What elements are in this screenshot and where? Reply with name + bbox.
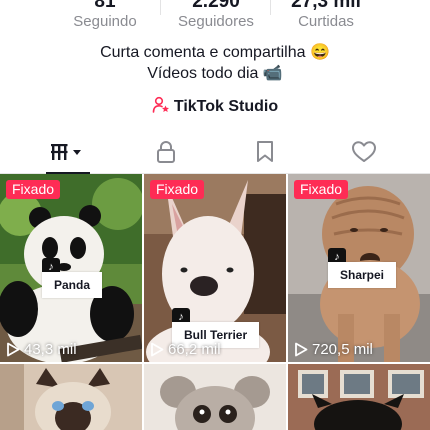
video-thumbnail-bush-baby[interactable] — [144, 364, 286, 430]
likes-label: Curtidas — [298, 13, 354, 30]
profile-tabs — [0, 131, 430, 174]
view-count: 66,2 mil — [150, 341, 221, 358]
bio-line-1: Curta comenta e compartilha 😄 — [100, 44, 330, 61]
pinned-badge: Fixado — [294, 180, 349, 199]
tab-liked[interactable] — [328, 131, 400, 173]
grid-icon — [51, 144, 81, 160]
tab-saved[interactable] — [229, 131, 301, 173]
bio-line-2: Vídeos todo dia 📹 — [147, 65, 283, 82]
view-count-value: 43,3 mil — [24, 341, 77, 358]
tab-videos[interactable] — [32, 131, 104, 174]
following-stat[interactable]: 81 Seguindo — [45, 0, 165, 31]
view-count: 720,5 mil — [294, 341, 373, 358]
profile-bio: Curta comenta e compartilha 😄 Vídeos tod… — [0, 42, 430, 84]
rottweiler-thumbnail-image — [288, 364, 430, 430]
followers-label: Seguidores — [178, 13, 254, 30]
view-count: 43,3 mil — [6, 341, 77, 358]
video-thumbnail-siamese-cat[interactable] — [0, 364, 142, 430]
followers-stat[interactable]: 2.290 Seguidores — [156, 0, 276, 31]
likes-count: 27,3 mil — [291, 0, 361, 12]
tiktok-studio-label: TikTok Studio — [173, 98, 279, 115]
view-count-value: 66,2 mil — [168, 341, 221, 358]
likes-stat[interactable]: 27,3 mil Curtidas — [266, 0, 386, 31]
following-label: Seguindo — [73, 13, 137, 30]
play-icon — [151, 342, 164, 357]
video-thumbnail-sharpei[interactable]: Fixado ♪ Sharpei 720,5 mil — [288, 174, 430, 362]
siamese-cat-thumbnail-image — [0, 364, 142, 430]
heart-icon — [352, 141, 376, 162]
person-star-icon — [152, 96, 169, 113]
play-icon — [295, 342, 308, 357]
view-count-value: 720,5 mil — [312, 341, 373, 358]
profile-stats: 81 Seguindo 2.290 Seguidores 27,3 mil Cu… — [0, 0, 430, 31]
tab-private[interactable] — [130, 131, 202, 173]
video-thumbnail-bull-terrier[interactable]: Fixado ♪ Bull Terrier 66,2 mil — [144, 174, 286, 362]
pinned-badge: Fixado — [150, 180, 205, 199]
panda-thumbnail-image — [0, 174, 142, 362]
tiktok-studio-link[interactable]: TikTok Studio — [0, 96, 430, 118]
pinned-badge: Fixado — [6, 180, 61, 199]
video-caption: Panda — [42, 272, 103, 298]
followers-count: 2.290 — [192, 0, 240, 12]
video-thumbnail-panda[interactable]: Fixado ♪ Panda 43,3 mil — [0, 174, 142, 362]
video-caption: Sharpei — [328, 262, 397, 288]
bush-baby-thumbnail-image — [144, 364, 286, 430]
lock-icon — [157, 141, 175, 163]
bookmark-icon — [257, 141, 273, 162]
play-icon — [7, 342, 20, 357]
video-thumbnail-rottweiler[interactable] — [288, 364, 430, 430]
video-grid: Fixado ♪ Panda 43,3 mil Fixado ♪ Bull Te… — [0, 174, 430, 430]
following-count: 81 — [94, 0, 116, 12]
